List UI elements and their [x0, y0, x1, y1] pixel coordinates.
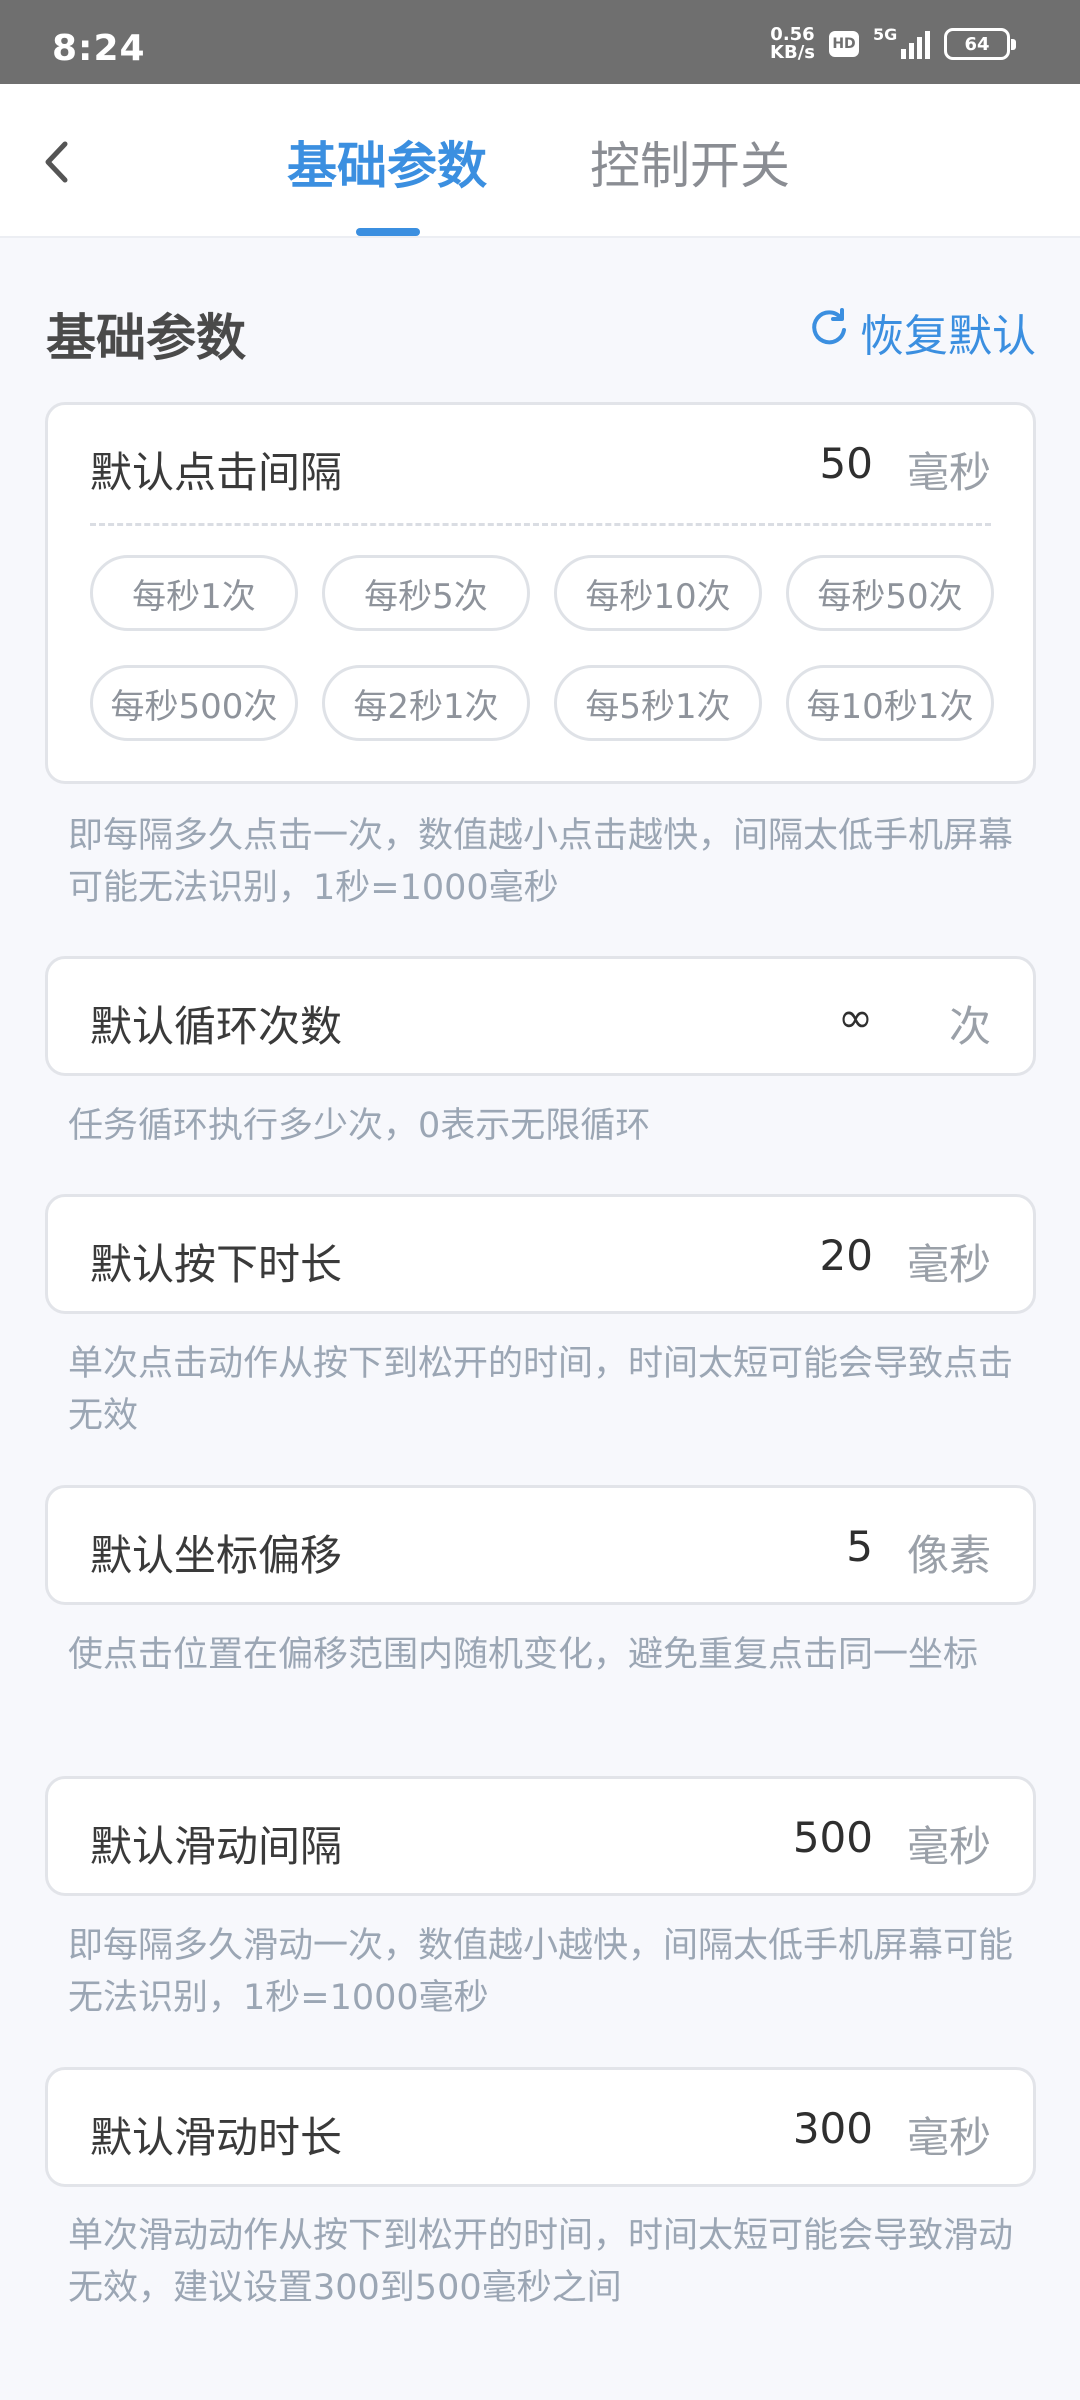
battery-level: 64	[964, 33, 990, 55]
preset-chip[interactable]: 每秒1次	[90, 555, 298, 631]
preset-chip[interactable]: 每秒50次	[786, 555, 994, 631]
section-title: 基础参数	[46, 309, 246, 367]
dashed-divider	[90, 523, 991, 526]
hd-icon: HD	[829, 31, 859, 57]
setting-description: 即每隔多久滑动一次，数值越小越快，间隔太低手机屏幕可能无法识别，1秒=1000毫…	[68, 1926, 1014, 2018]
active-tab-indicator	[356, 228, 420, 236]
status-bar: 8:24 0.56 KB/s HD 5G 64	[0, 0, 1080, 84]
preset-chip[interactable]: 每秒5次	[322, 555, 530, 631]
setting-value[interactable]: 20	[820, 1231, 873, 1280]
setting-label: 默认按下时长	[90, 1240, 343, 1289]
signal-icon: 5G	[873, 25, 930, 59]
setting-description: 使点击位置在偏移范围内随机变化，避免重复点击同一坐标	[68, 1635, 979, 1675]
status-time: 8:24	[52, 28, 146, 69]
back-arrow-icon[interactable]	[36, 132, 76, 192]
setting-value[interactable]: ∞	[838, 993, 873, 1042]
preset-chip[interactable]: 每10秒1次	[786, 665, 994, 741]
setting-unit: 毫秒	[906, 1822, 991, 1871]
setting-description: 任务循环执行多少次，0表示无限循环	[68, 1106, 651, 1146]
setting-card-loop-count[interactable]: 默认循环次数 ∞ 次	[45, 956, 1036, 1076]
restore-defaults-button[interactable]: 恢复默认	[808, 300, 1036, 364]
setting-description: 单次滑动动作从按下到松开的时间，时间太短可能会导致滑动无效，建议设置300到50…	[68, 2216, 1014, 2308]
status-icons: 0.56 KB/s HD 5G 64	[770, 22, 1016, 66]
network-type: 5G	[873, 25, 898, 44]
setting-label: 默认循环次数	[90, 1002, 343, 1051]
preset-chip[interactable]: 每秒10次	[554, 555, 762, 631]
setting-unit: 毫秒	[906, 1240, 991, 1289]
preset-chips: 每秒1次 每秒5次 每秒10次 每秒50次 每秒500次 每2秒1次 每5秒1次…	[90, 555, 996, 741]
setting-row[interactable]: 默认点击间隔 50 毫秒	[48, 405, 1033, 521]
setting-label: 默认滑动时长	[90, 2113, 343, 2162]
refresh-icon	[808, 306, 850, 359]
preset-chip[interactable]: 每5秒1次	[554, 665, 762, 741]
setting-value[interactable]: 500	[793, 1813, 873, 1862]
setting-card-press-duration[interactable]: 默认按下时长 20 毫秒	[45, 1194, 1036, 1314]
setting-value[interactable]: 5	[846, 1522, 873, 1571]
setting-label: 默认滑动间隔	[90, 1822, 343, 1871]
setting-card-coordinate-offset[interactable]: 默认坐标偏移 5 像素	[45, 1485, 1036, 1605]
setting-card-swipe-interval[interactable]: 默认滑动间隔 500 毫秒	[45, 1776, 1036, 1896]
setting-unit: 毫秒	[906, 2113, 991, 2162]
preset-chip[interactable]: 每2秒1次	[322, 665, 530, 741]
battery-icon: 64	[944, 28, 1016, 60]
tab-basic-params[interactable]: 基础参数	[287, 126, 487, 198]
setting-unit: 像素	[906, 1531, 991, 1580]
setting-description: 即每隔多久点击一次，数值越小点击越快，间隔太低手机屏幕可能无法识别，1秒=100…	[68, 816, 1014, 908]
setting-value[interactable]: 300	[793, 2104, 873, 2153]
setting-unit: 毫秒	[906, 448, 991, 497]
setting-card-click-interval: 默认点击间隔 50 毫秒 每秒1次 每秒5次 每秒10次 每秒50次 每秒500…	[45, 402, 1036, 784]
preset-chip[interactable]: 每秒500次	[90, 665, 298, 741]
network-speed: 0.56 KB/s	[770, 24, 815, 63]
setting-label: 默认点击间隔	[90, 448, 343, 497]
setting-unit: 次	[948, 1002, 991, 1051]
section-header: 基础参数 恢复默认	[46, 292, 1036, 367]
setting-label: 默认坐标偏移	[90, 1531, 343, 1580]
setting-description: 单次点击动作从按下到松开的时间，时间太短可能会导致点击无效	[68, 1344, 1014, 1436]
nav-bar: 基础参数 控制开关	[0, 84, 1080, 238]
setting-value[interactable]: 50	[820, 439, 873, 488]
restore-defaults-label: 恢复默认	[860, 311, 1036, 362]
setting-card-swipe-duration[interactable]: 默认滑动时长 300 毫秒	[45, 2067, 1036, 2187]
tab-control-switches[interactable]: 控制开关	[590, 126, 790, 198]
